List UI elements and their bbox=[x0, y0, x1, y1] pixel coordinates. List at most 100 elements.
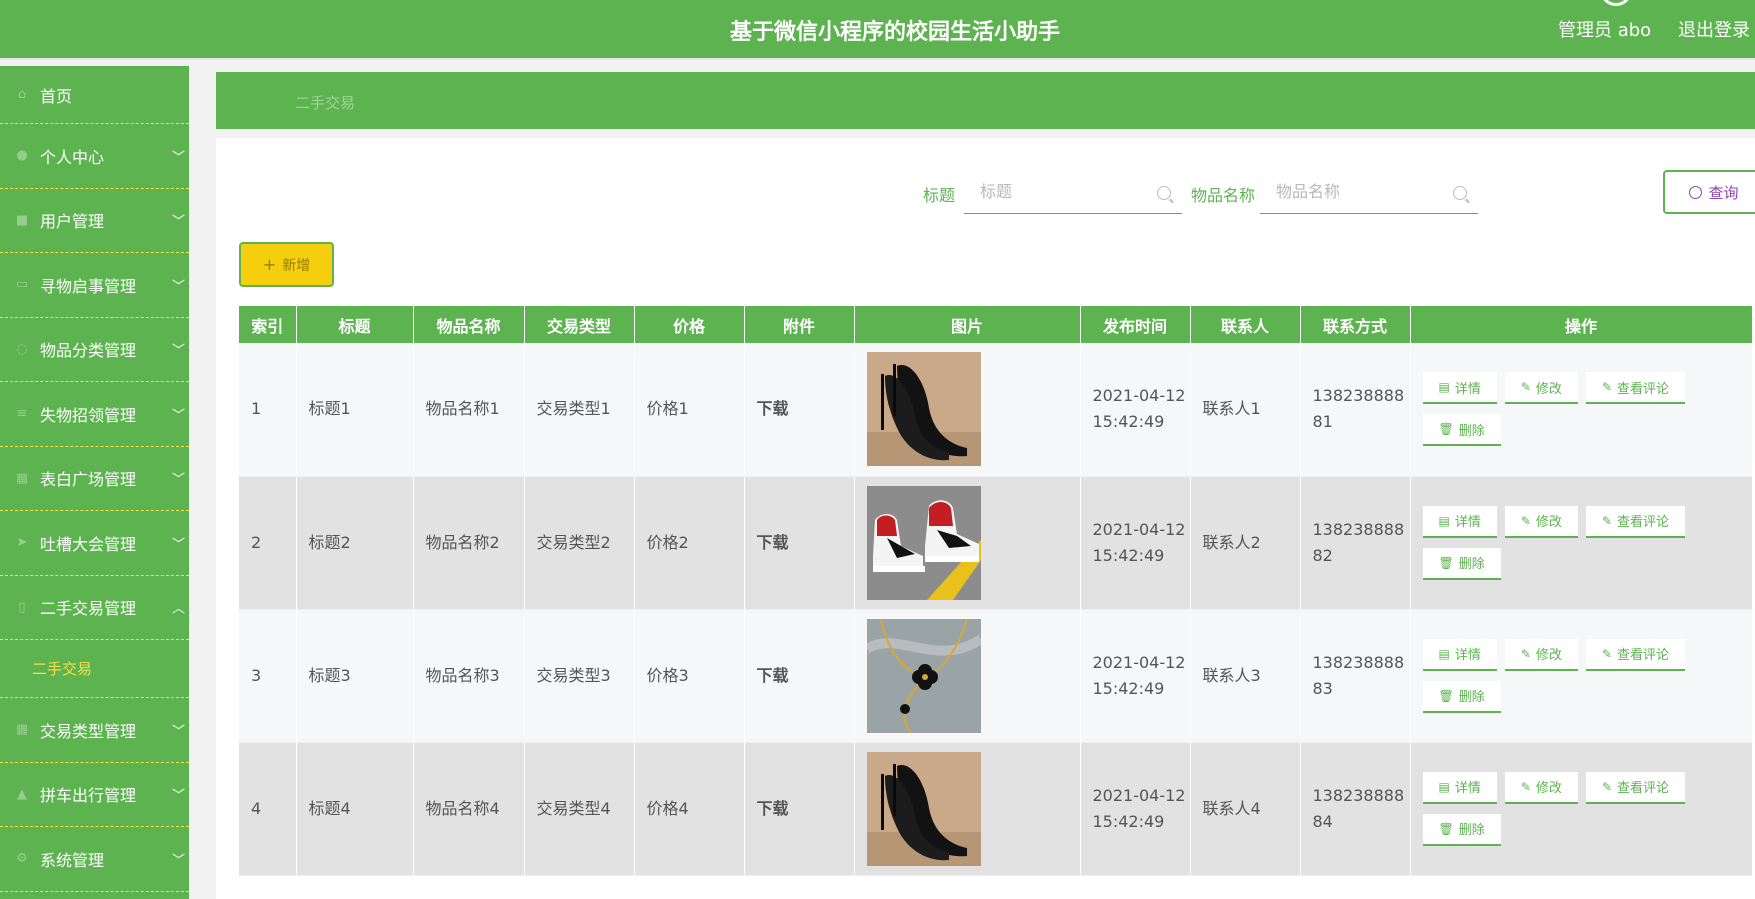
sidebar-item-label: 用户管理 bbox=[40, 212, 105, 232]
trade-table: 索引 标题 物品名称 交易类型 价格 附件 图片 发布时间 联系人 联系方式 操作 1 标题1 物品名称… bbox=[239, 306, 1753, 899]
sidebar-item[interactable]: ⚙ 系统管理 ﹀ bbox=[0, 827, 189, 892]
list-icon: ≡ bbox=[16, 406, 28, 422]
cell-empty bbox=[744, 875, 855, 899]
chevron-down-icon: ﹀ bbox=[171, 214, 185, 230]
view-comments-button[interactable]: ✎ 查看评论 bbox=[1585, 771, 1686, 804]
breadcrumb: 二手交易 bbox=[216, 72, 1755, 129]
cell-time: 2021-04-12 15:42:49 bbox=[1080, 476, 1191, 610]
sidebar-item-label: 二手交易管理 bbox=[40, 599, 137, 619]
grid-icon: ▦ bbox=[15, 470, 29, 486]
table-row bbox=[239, 875, 1753, 899]
document-icon: ▤ bbox=[1438, 646, 1450, 661]
sidebar-item-label: 首页 bbox=[40, 86, 73, 106]
comments-label: 查看评论 bbox=[1617, 381, 1670, 397]
cell-empty bbox=[1190, 875, 1301, 899]
detail-button[interactable]: ▤ 详情 bbox=[1422, 505, 1497, 538]
cell-empty bbox=[854, 875, 1081, 899]
chevron-down-icon: ﹀ bbox=[171, 788, 185, 804]
product-image bbox=[854, 742, 1081, 876]
avatar[interactable] bbox=[1600, 0, 1632, 6]
current-user: 管理员 abo bbox=[1558, 20, 1652, 41]
chevron-down-icon: ﹀ bbox=[171, 408, 185, 424]
cell-contact: 联系人2 bbox=[1190, 476, 1301, 610]
sidebar-item[interactable]: ≡ 失物招领管理 ﹀ bbox=[0, 382, 189, 447]
download-link[interactable]: 下载 bbox=[744, 609, 855, 743]
detail-button[interactable]: ▤ 详情 bbox=[1422, 638, 1497, 671]
sidebar-item[interactable]: ● 个人中心 ﹀ bbox=[0, 124, 189, 189]
sidebar-item[interactable]: ◌ 物品分类管理 ﹀ bbox=[0, 318, 189, 382]
delete-button[interactable]: 🗑 删除 bbox=[1422, 680, 1501, 713]
cell-index: 2 bbox=[239, 476, 297, 610]
comments-label: 查看评论 bbox=[1617, 648, 1670, 663]
cell-actions: ▤ 详情 ✎ 修改 ✎ 查看评论 🗑 删除 bbox=[1410, 476, 1753, 610]
cell-name: 物品名称3 bbox=[413, 609, 525, 743]
column-header: 价格 bbox=[634, 306, 745, 343]
app-title: 基于微信小程序的校园生活小助手 bbox=[729, 20, 1060, 45]
sidebar-item-label: 二手交易 bbox=[32, 660, 93, 678]
cell-name: 物品名称2 bbox=[413, 476, 525, 610]
detail-button[interactable]: ▤ 详情 bbox=[1422, 771, 1497, 804]
sidebar-item[interactable]: ■ 用户管理 ﹀ bbox=[0, 189, 189, 253]
view-comments-button[interactable]: ✎ 查看评论 bbox=[1585, 505, 1686, 538]
add-button[interactable]: + 新增 bbox=[239, 242, 334, 287]
sidebar-item-label: 交易类型管理 bbox=[40, 721, 137, 741]
sidebar-subitem[interactable]: 二手交易 bbox=[0, 640, 189, 698]
query-button[interactable]: 查询 bbox=[1663, 170, 1755, 214]
cell-price: 价格3 bbox=[634, 609, 745, 743]
sidebar-item[interactable]: ▦ 交易类型管理 ﹀ bbox=[0, 698, 189, 763]
edit-button[interactable]: ✎ 修改 bbox=[1504, 505, 1578, 538]
download-link[interactable]: 下载 bbox=[744, 343, 855, 477]
delete-label: 删除 bbox=[1458, 557, 1485, 572]
edit-label: 修改 bbox=[1535, 648, 1562, 663]
sidebar-item[interactable]: ▦ 表白广场管理 ﹀ bbox=[0, 447, 189, 511]
detail-button[interactable]: ▤ 详情 bbox=[1422, 372, 1497, 405]
edit-button[interactable]: ✎ 修改 bbox=[1504, 372, 1578, 405]
sidebar-item[interactable]: ⌂ 首页 bbox=[0, 66, 189, 124]
sidebar-item[interactable]: ▲ 拼车出行管理 ﹀ bbox=[0, 763, 189, 827]
chevron-down-icon: ﹀ bbox=[171, 472, 185, 488]
cell-name: 物品名称1 bbox=[413, 343, 525, 477]
plus-icon: + bbox=[262, 255, 277, 274]
sidebar-item-label: 失物招领管理 bbox=[40, 405, 137, 425]
sidebar-item[interactable]: ▭ 寻物启事管理 ﹀ bbox=[0, 253, 189, 318]
column-header: 交易类型 bbox=[524, 306, 635, 343]
document-icon: ▤ bbox=[1438, 779, 1450, 794]
cell-title: 标题2 bbox=[296, 476, 414, 610]
trash-icon: 🗑 bbox=[1438, 688, 1454, 703]
download-link[interactable]: 下载 bbox=[744, 476, 855, 610]
delete-button[interactable]: 🗑 删除 bbox=[1422, 813, 1501, 846]
content-panel: 标题 物品名称 查询 + 新增 索引标题物品名称交易类型价格附件图片发布时间联系… bbox=[216, 138, 1755, 899]
cell-phone: 13823888881 bbox=[1300, 343, 1411, 477]
cell-phone: 13823888884 bbox=[1300, 742, 1411, 876]
breadcrumb-current[interactable]: 二手交易 bbox=[295, 92, 355, 113]
view-comments-button[interactable]: ✎ 查看评论 bbox=[1585, 372, 1686, 405]
view-comments-button[interactable]: ✎ 查看评论 bbox=[1585, 638, 1686, 671]
cell-title: 标题1 bbox=[296, 343, 414, 477]
name-search-input[interactable] bbox=[1260, 170, 1478, 214]
cell-empty bbox=[296, 875, 414, 899]
trash-icon: 🗑 bbox=[1438, 821, 1454, 836]
product-image bbox=[854, 343, 1081, 477]
search-icon bbox=[1689, 185, 1703, 199]
delete-button[interactable]: 🗑 删除 bbox=[1422, 547, 1501, 580]
download-link[interactable]: 下载 bbox=[744, 742, 855, 876]
cell-time: 2021-04-12 15:42:49 bbox=[1080, 343, 1191, 477]
edit-button[interactable]: ✎ 修改 bbox=[1504, 771, 1578, 804]
edit-button[interactable]: ✎ 修改 bbox=[1504, 638, 1578, 671]
home-icon: ⌂ bbox=[17, 87, 27, 102]
cell-type: 交易类型1 bbox=[524, 343, 635, 477]
delete-button[interactable]: 🗑 删除 bbox=[1422, 414, 1501, 447]
trash-icon: 🗑 bbox=[1438, 555, 1454, 570]
notice-icon: ▭ bbox=[15, 277, 29, 293]
add-button-label: 新增 bbox=[282, 257, 311, 274]
detail-label: 详情 bbox=[1454, 515, 1481, 530]
cell-index: 1 bbox=[239, 343, 297, 477]
sidebar-item[interactable]: ▯ 二手交易管理 ︿ bbox=[0, 576, 189, 640]
logout-link[interactable]: 退出登录 bbox=[1678, 16, 1750, 42]
car-icon: ▲ bbox=[17, 786, 27, 802]
title-search-input[interactable] bbox=[964, 170, 1182, 214]
column-header: 附件 bbox=[744, 306, 855, 343]
sidebar-item-label: 系统管理 bbox=[40, 850, 105, 870]
chevron-down-icon: ﹀ bbox=[171, 150, 185, 166]
sidebar-item[interactable]: ➤ 吐槽大会管理 ﹀ bbox=[0, 511, 189, 576]
